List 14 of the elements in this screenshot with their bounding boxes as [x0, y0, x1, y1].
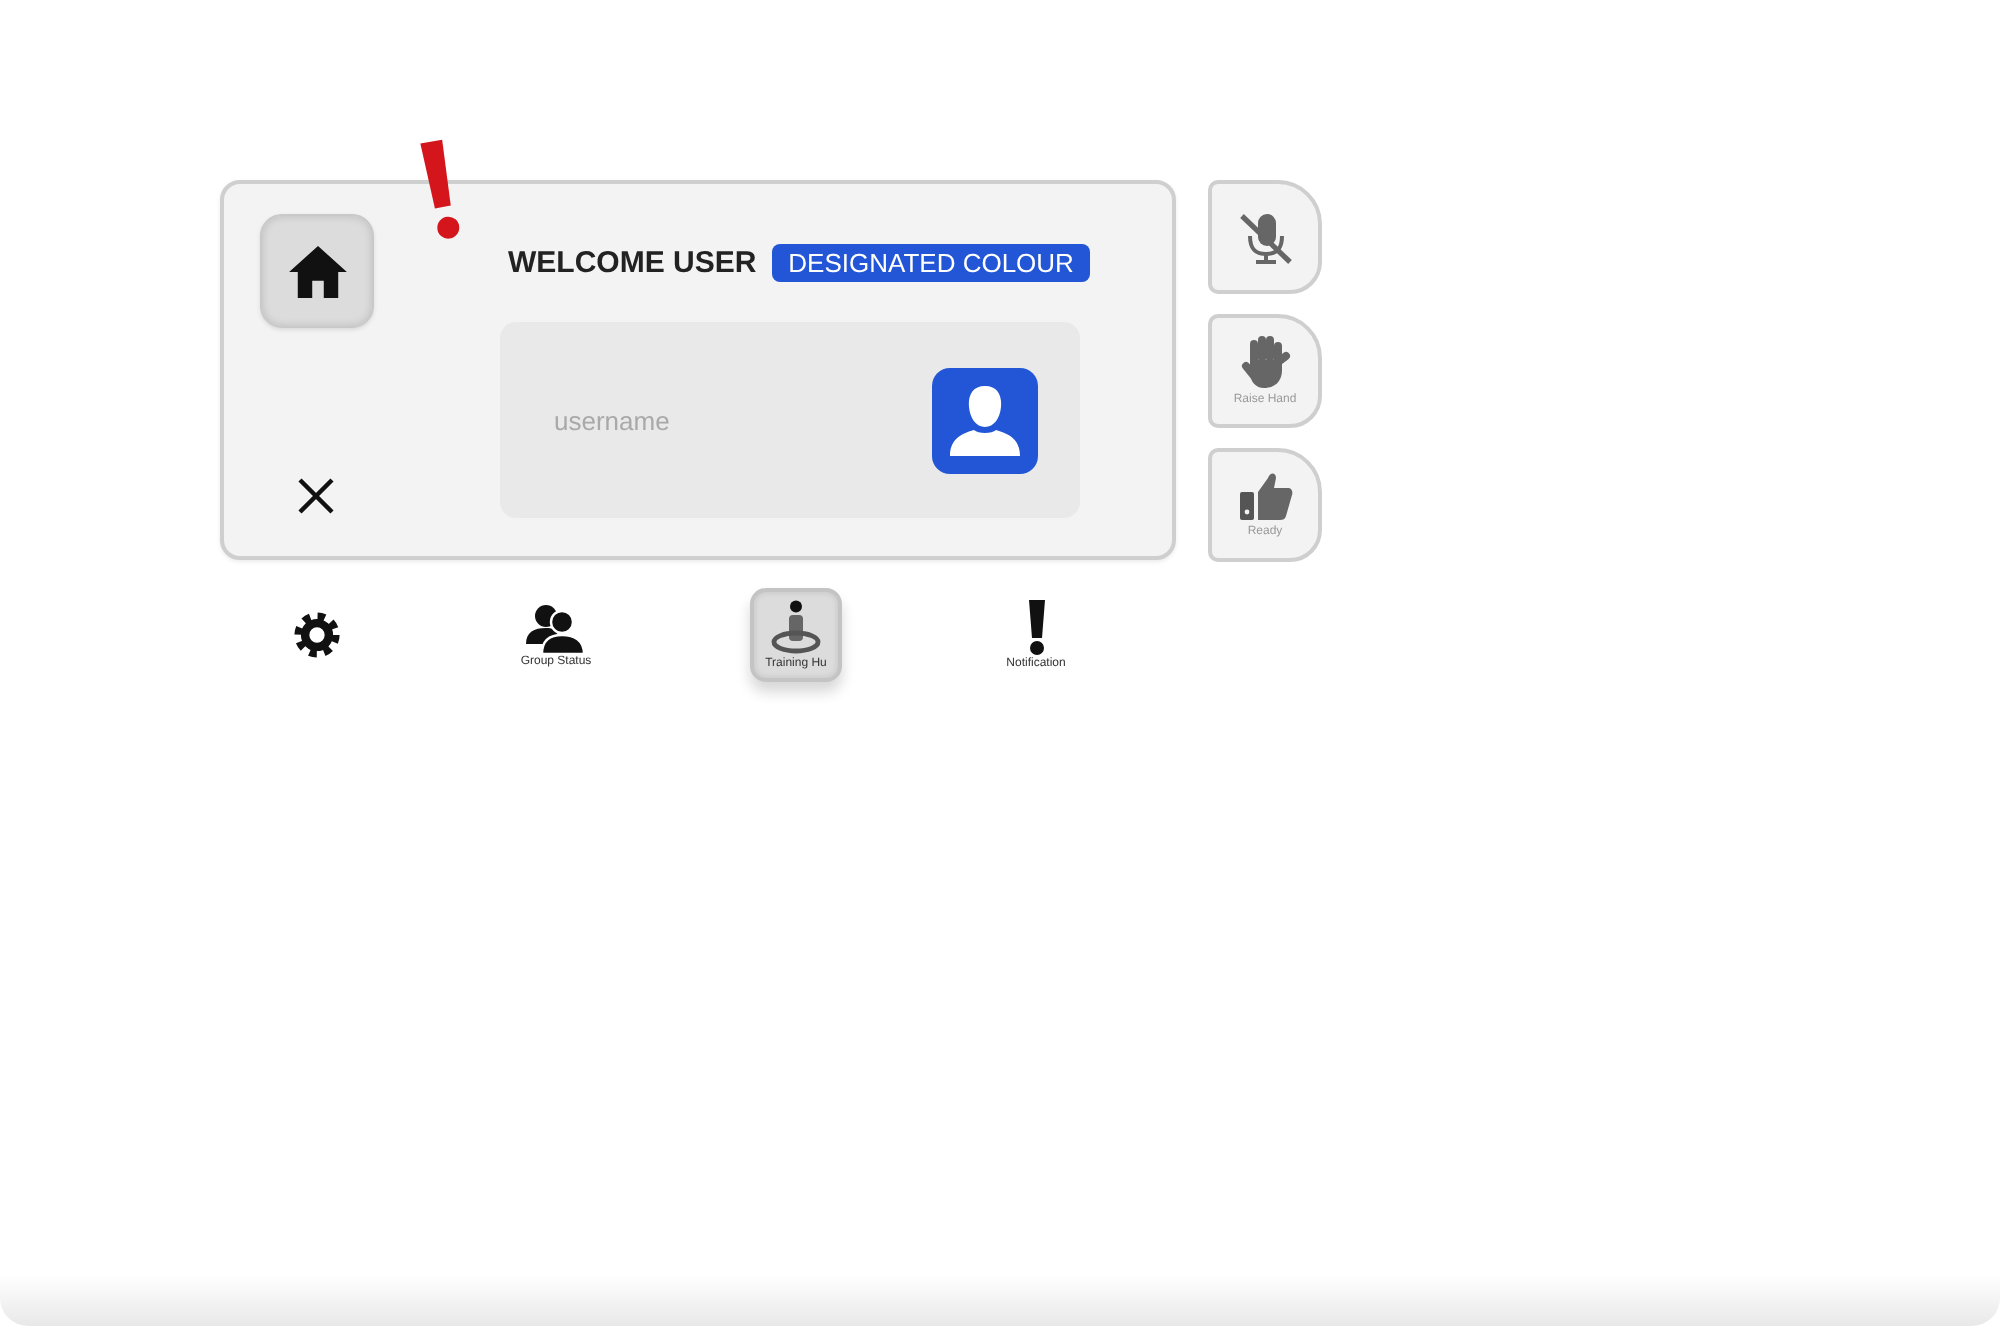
thumbs-up-icon [1237, 470, 1293, 522]
user-avatar-icon [932, 368, 1038, 474]
raised-hand-icon [1239, 334, 1291, 390]
colour-badge: DESIGNATED COLOUR [772, 244, 1090, 282]
welcome-title: WELCOME USER [508, 246, 757, 280]
username-field[interactable]: username [500, 322, 1080, 518]
settings-icon [293, 612, 339, 658]
exclamation-icon [1025, 599, 1047, 655]
home-button[interactable] [260, 214, 374, 328]
microphone-button[interactable] [1208, 180, 1322, 294]
home-icon [287, 245, 347, 297]
person-on-ring-icon [768, 599, 824, 655]
close-icon[interactable] [298, 478, 334, 514]
group-icon [524, 601, 588, 653]
